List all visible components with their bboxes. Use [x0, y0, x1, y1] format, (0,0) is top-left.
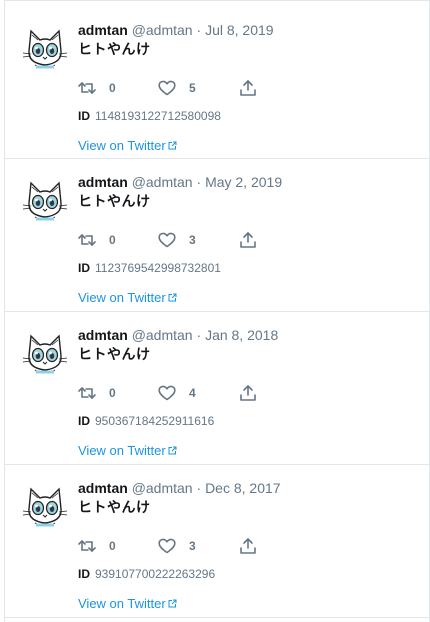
view-on-twitter-link[interactable]: View on Twitter — [78, 137, 177, 155]
like-button[interactable]: 3 — [158, 230, 196, 250]
tweet-actions: 0 3 — [78, 230, 417, 250]
tweet-id-label: ID — [78, 261, 90, 275]
user-name[interactable]: admtan — [78, 327, 128, 343]
cat-avatar-icon[interactable] — [21, 177, 69, 225]
tweet-card: admtan @admtan · Jan 8, 2018 ヒトやんけ 0 4 I… — [5, 312, 429, 465]
tweet-text: ヒトやんけ — [78, 41, 151, 57]
cat-avatar-icon[interactable] — [21, 483, 69, 531]
share-button[interactable] — [239, 230, 257, 250]
tweet-header: admtan @admtan · May 2, 2019 — [78, 173, 417, 191]
tweet-id-value: 1148193122712580098 — [95, 109, 221, 123]
external-link-icon — [168, 289, 177, 307]
view-on-twitter-label: View on Twitter — [78, 443, 166, 458]
view-on-twitter-label: View on Twitter — [78, 138, 166, 153]
retweet-icon — [78, 538, 96, 554]
like-count: 3 — [189, 233, 196, 247]
share-icon — [239, 79, 257, 97]
external-link-icon — [168, 137, 177, 155]
tweet-id-label: ID — [78, 109, 90, 123]
tweet-actions: 0 4 — [78, 383, 417, 403]
tweet-text: ヒトやんけ — [78, 346, 151, 362]
tweet-id-row: ID 950367184252911616 — [78, 413, 417, 429]
like-count: 3 — [189, 539, 196, 553]
user-name[interactable]: admtan — [78, 22, 128, 38]
tweet-card: admtan @admtan · Dec 8, 2017 ヒトやんけ 0 3 I… — [5, 465, 429, 618]
retweet-icon — [78, 80, 96, 96]
share-button[interactable] — [239, 536, 257, 556]
tweet-id-row: ID 1148193122712580098 — [78, 108, 417, 124]
retweet-count: 0 — [109, 81, 116, 95]
heart-icon — [158, 80, 176, 96]
tweet-header: admtan @admtan · Jan 8, 2018 — [78, 326, 417, 344]
tweet-feed: admtan @admtan · Jul 8, 2019 ヒトやんけ 0 5 I… — [4, 0, 430, 622]
tweet-date[interactable]: Jan 8, 2018 — [205, 327, 278, 343]
heart-icon — [158, 538, 176, 554]
heart-icon — [158, 385, 176, 401]
user-name[interactable]: admtan — [78, 480, 128, 496]
share-icon — [239, 384, 257, 402]
like-count: 4 — [189, 386, 196, 400]
tweet-id-row: ID 1123769542998732801 — [78, 260, 417, 276]
user-handle[interactable]: @admtan — [132, 22, 193, 38]
tweet-text: ヒトやんけ — [78, 499, 151, 515]
user-handle[interactable]: @admtan — [132, 174, 193, 190]
tweet-date[interactable]: Dec 8, 2017 — [205, 480, 281, 496]
retweet-count: 0 — [109, 539, 116, 553]
tweet-actions: 0 5 — [78, 78, 417, 98]
retweet-button[interactable]: 0 — [78, 383, 116, 403]
like-count: 5 — [189, 81, 196, 95]
user-handle[interactable]: @admtan — [132, 327, 193, 343]
separator: · — [196, 480, 202, 496]
retweet-button[interactable]: 0 — [78, 78, 116, 98]
user-handle[interactable]: @admtan — [132, 480, 193, 496]
share-button[interactable] — [239, 78, 257, 98]
view-on-twitter-link[interactable]: View on Twitter — [78, 595, 177, 613]
retweet-count: 0 — [109, 233, 116, 247]
retweet-icon — [78, 385, 96, 401]
tweet-text: ヒトやんけ — [78, 193, 151, 209]
share-icon — [239, 537, 257, 555]
view-on-twitter-link[interactable]: View on Twitter — [78, 442, 177, 460]
share-button[interactable] — [239, 383, 257, 403]
view-on-twitter-label: View on Twitter — [78, 290, 166, 305]
external-link-icon — [168, 595, 177, 613]
external-link-icon — [168, 442, 177, 460]
like-button[interactable]: 5 — [158, 78, 196, 98]
retweet-count: 0 — [109, 386, 116, 400]
tweet-header: admtan @admtan · Jul 8, 2019 — [78, 21, 417, 39]
tweet-id-value: 1123769542998732801 — [95, 261, 221, 275]
tweet-id-value: 950367184252911616 — [95, 414, 215, 428]
tweet-id-label: ID — [78, 414, 90, 428]
tweet-id-label: ID — [78, 567, 90, 581]
view-on-twitter-label: View on Twitter — [78, 596, 166, 611]
tweet-date[interactable]: Jul 8, 2019 — [205, 22, 274, 38]
retweet-button[interactable]: 0 — [78, 230, 116, 250]
retweet-button[interactable]: 0 — [78, 536, 116, 556]
separator: · — [196, 22, 202, 38]
heart-icon — [158, 232, 176, 248]
like-button[interactable]: 3 — [158, 536, 196, 556]
tweet-actions: 0 3 — [78, 536, 417, 556]
like-button[interactable]: 4 — [158, 383, 196, 403]
tweet-header: admtan @admtan · Dec 8, 2017 — [78, 479, 417, 497]
retweet-icon — [78, 232, 96, 248]
tweet-card: admtan @admtan · May 2, 2019 ヒトやんけ 0 3 I… — [5, 159, 429, 312]
view-on-twitter-link[interactable]: View on Twitter — [78, 289, 177, 307]
user-name[interactable]: admtan — [78, 174, 128, 190]
tweet-id-row: ID 939107700222263296 — [78, 566, 417, 582]
tweet-date[interactable]: May 2, 2019 — [205, 174, 282, 190]
separator: · — [196, 327, 202, 343]
cat-avatar-icon[interactable] — [21, 330, 69, 378]
share-icon — [239, 231, 257, 249]
separator: · — [196, 174, 202, 190]
tweet-id-value: 939107700222263296 — [95, 567, 216, 581]
tweet-card: admtan @admtan · Jul 8, 2019 ヒトやんけ 0 5 I… — [5, 0, 429, 159]
cat-avatar-icon[interactable] — [21, 25, 69, 73]
